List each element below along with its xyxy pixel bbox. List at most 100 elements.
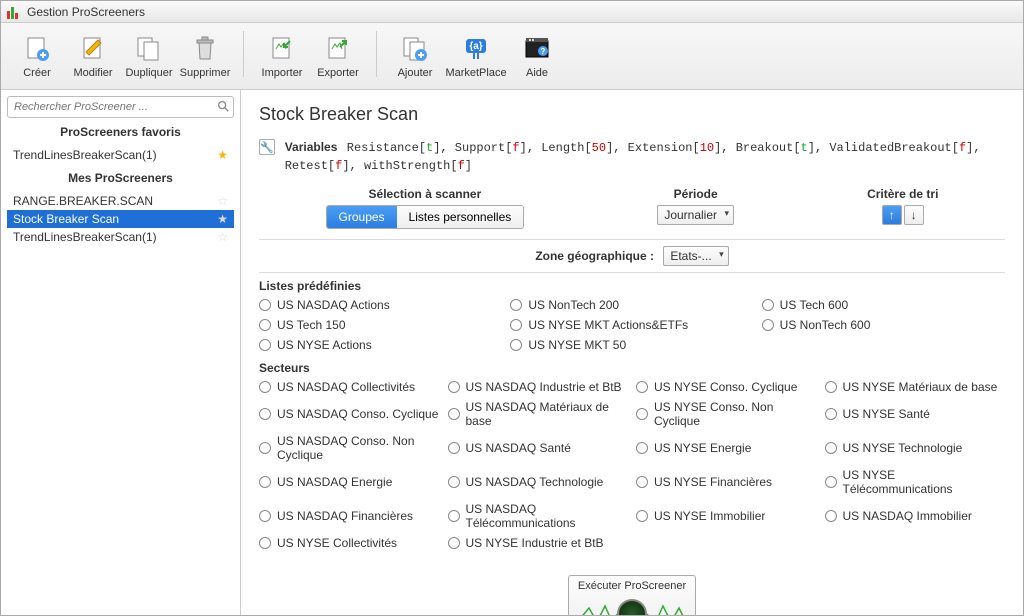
modify-button[interactable]: Modifier xyxy=(67,31,119,81)
radio-icon xyxy=(448,442,460,454)
variables-code: Resistance[t], Support[f], Length[50], E… xyxy=(285,141,981,173)
radio-icon xyxy=(448,381,460,393)
radio-item[interactable]: US NASDAQ Actions xyxy=(259,297,502,313)
radio-item[interactable]: US NYSE Conso. Non Cyclique xyxy=(636,399,817,429)
radio-icon xyxy=(448,476,460,488)
radio-item[interactable]: US NASDAQ Télécommunications xyxy=(448,501,629,531)
titlebar: Gestion ProScreeners xyxy=(1,1,1023,23)
radio-icon xyxy=(636,510,648,522)
help-button[interactable]: ? Aide xyxy=(511,31,563,81)
radio-item[interactable]: US NYSE MKT 50 xyxy=(510,337,753,353)
trash-icon xyxy=(189,33,221,65)
radio-icon xyxy=(636,381,648,393)
radio-item[interactable]: US NonTech 200 xyxy=(510,297,753,313)
delete-button[interactable]: Supprimer xyxy=(179,31,231,81)
sectors-grid: US NASDAQ Collectivités US NASDAQ Industr… xyxy=(259,379,1005,551)
execute-graphic xyxy=(577,596,687,615)
radio-item[interactable]: US NYSE Collectivités xyxy=(259,535,440,551)
radio-icon xyxy=(825,476,837,488)
help-icon: ? xyxy=(521,33,553,65)
my-header: Mes ProScreeners xyxy=(7,168,234,188)
radio-item[interactable]: US NASDAQ Collectivités xyxy=(259,379,440,395)
export-button[interactable]: Exporter xyxy=(312,31,364,81)
marketplace-button[interactable]: {a} MarketPlace xyxy=(445,31,507,81)
radio-icon xyxy=(259,442,271,454)
sidebar-item[interactable]: TrendLinesBreakerScan(1)★ xyxy=(7,146,234,164)
export-icon xyxy=(322,33,354,65)
star-icon[interactable]: ★ xyxy=(217,148,228,162)
radio-item[interactable]: US NYSE Technologie xyxy=(825,433,1006,463)
radio-item[interactable]: US NASDAQ Conso. Non Cyclique xyxy=(259,433,440,463)
radio-item[interactable]: US NYSE Santé xyxy=(825,399,1006,429)
radio-icon xyxy=(259,408,271,420)
radio-item[interactable]: US NYSE MKT Actions&ETFs xyxy=(510,317,753,333)
radio-icon xyxy=(510,339,522,351)
radio-item[interactable]: US Tech 150 xyxy=(259,317,502,333)
duplicate-icon xyxy=(133,33,165,65)
radio-item[interactable]: US NASDAQ Energie xyxy=(259,467,440,497)
radio-item[interactable]: US NASDAQ Matériaux de base xyxy=(448,399,629,429)
geo-label: Zone géographique : xyxy=(535,249,654,263)
import-button[interactable]: Importer xyxy=(256,31,308,81)
scan-selection-label: Sélection à scanner xyxy=(369,187,482,201)
sidebar: ProScreeners favoris TrendLinesBreakerSc… xyxy=(1,90,241,615)
star-icon[interactable]: ★ xyxy=(217,212,228,226)
scan-segmented: Groupes Listes personnelles xyxy=(326,205,525,229)
radio-item[interactable]: US NYSE Immobilier xyxy=(636,501,817,531)
radio-item[interactable]: US NASDAQ Conso. Cyclique xyxy=(259,399,440,429)
sectors-title: Secteurs xyxy=(259,361,1005,375)
main-panel: Stock Breaker Scan 🔧 Variables Resistanc… xyxy=(241,90,1023,615)
app-icon xyxy=(7,5,21,19)
search-input[interactable] xyxy=(7,96,234,118)
radio-icon xyxy=(510,319,522,331)
geo-row: Zone géographique : Etats-... xyxy=(259,239,1005,273)
radio-icon xyxy=(762,319,774,331)
star-icon[interactable]: ☆ xyxy=(217,230,228,244)
radio-item[interactable]: US NASDAQ Santé xyxy=(448,433,629,463)
execute-label: Exécuter ProScreener xyxy=(578,580,686,592)
add-button[interactable]: Ajouter xyxy=(389,31,441,81)
modify-icon xyxy=(77,33,109,65)
radio-item[interactable]: US NYSE Télécommunications xyxy=(825,467,1006,497)
personal-lists-tab[interactable]: Listes personnelles xyxy=(397,206,524,228)
radio-icon xyxy=(259,381,271,393)
radio-icon xyxy=(636,442,648,454)
radio-item[interactable]: US NASDAQ Technologie xyxy=(448,467,629,497)
sidebar-item[interactable]: Stock Breaker Scan★ xyxy=(7,210,234,228)
radio-icon xyxy=(510,299,522,311)
add-icon xyxy=(399,33,431,65)
predefined-lists-title: Listes prédéfinies xyxy=(259,279,1005,293)
radio-item[interactable]: US NYSE Financières xyxy=(636,467,817,497)
radio-icon xyxy=(448,537,460,549)
radio-icon xyxy=(448,510,460,522)
radio-item[interactable]: US Tech 600 xyxy=(762,297,1005,313)
duplicate-button[interactable]: Dupliquer xyxy=(123,31,175,81)
create-button[interactable]: Créer xyxy=(11,31,63,81)
radio-item[interactable]: US NASDAQ Immobilier xyxy=(825,501,1006,531)
star-icon[interactable]: ☆ xyxy=(217,194,228,208)
separator xyxy=(243,31,244,77)
radio-icon xyxy=(448,408,460,420)
radio-item[interactable]: US NonTech 600 xyxy=(762,317,1005,333)
radio-item[interactable]: US NYSE Conso. Cyclique xyxy=(636,379,817,395)
radio-icon xyxy=(825,381,837,393)
sidebar-item[interactable]: RANGE.BREAKER.SCAN☆ xyxy=(7,192,234,210)
radio-item[interactable]: US NYSE Industrie et BtB xyxy=(448,535,629,551)
geo-select[interactable]: Etats-... xyxy=(663,246,728,266)
execute-button[interactable]: Exécuter ProScreener xyxy=(568,575,696,615)
wrench-icon[interactable]: 🔧 xyxy=(259,139,275,155)
radio-item[interactable]: US NYSE Energie xyxy=(636,433,817,463)
period-label: Période xyxy=(674,187,718,201)
radio-icon xyxy=(259,537,271,549)
radio-icon xyxy=(259,476,271,488)
radio-item[interactable]: US NASDAQ Financières xyxy=(259,501,440,531)
sidebar-item[interactable]: TrendLinesBreakerScan(1)☆ xyxy=(7,228,234,246)
sort-desc-button[interactable]: ↓ xyxy=(904,205,924,225)
period-select[interactable]: Journalier xyxy=(657,205,734,225)
radio-item[interactable]: US NASDAQ Industrie et BtB xyxy=(448,379,629,395)
radio-item[interactable]: US NYSE Actions xyxy=(259,337,502,353)
sort-asc-button[interactable]: ↑ xyxy=(882,205,902,225)
groups-tab[interactable]: Groupes xyxy=(327,206,397,228)
radio-item[interactable]: US NYSE Matériaux de base xyxy=(825,379,1006,395)
predefined-grid: US NASDAQ Actions US NonTech 200 US Tech 6… xyxy=(259,297,1005,353)
